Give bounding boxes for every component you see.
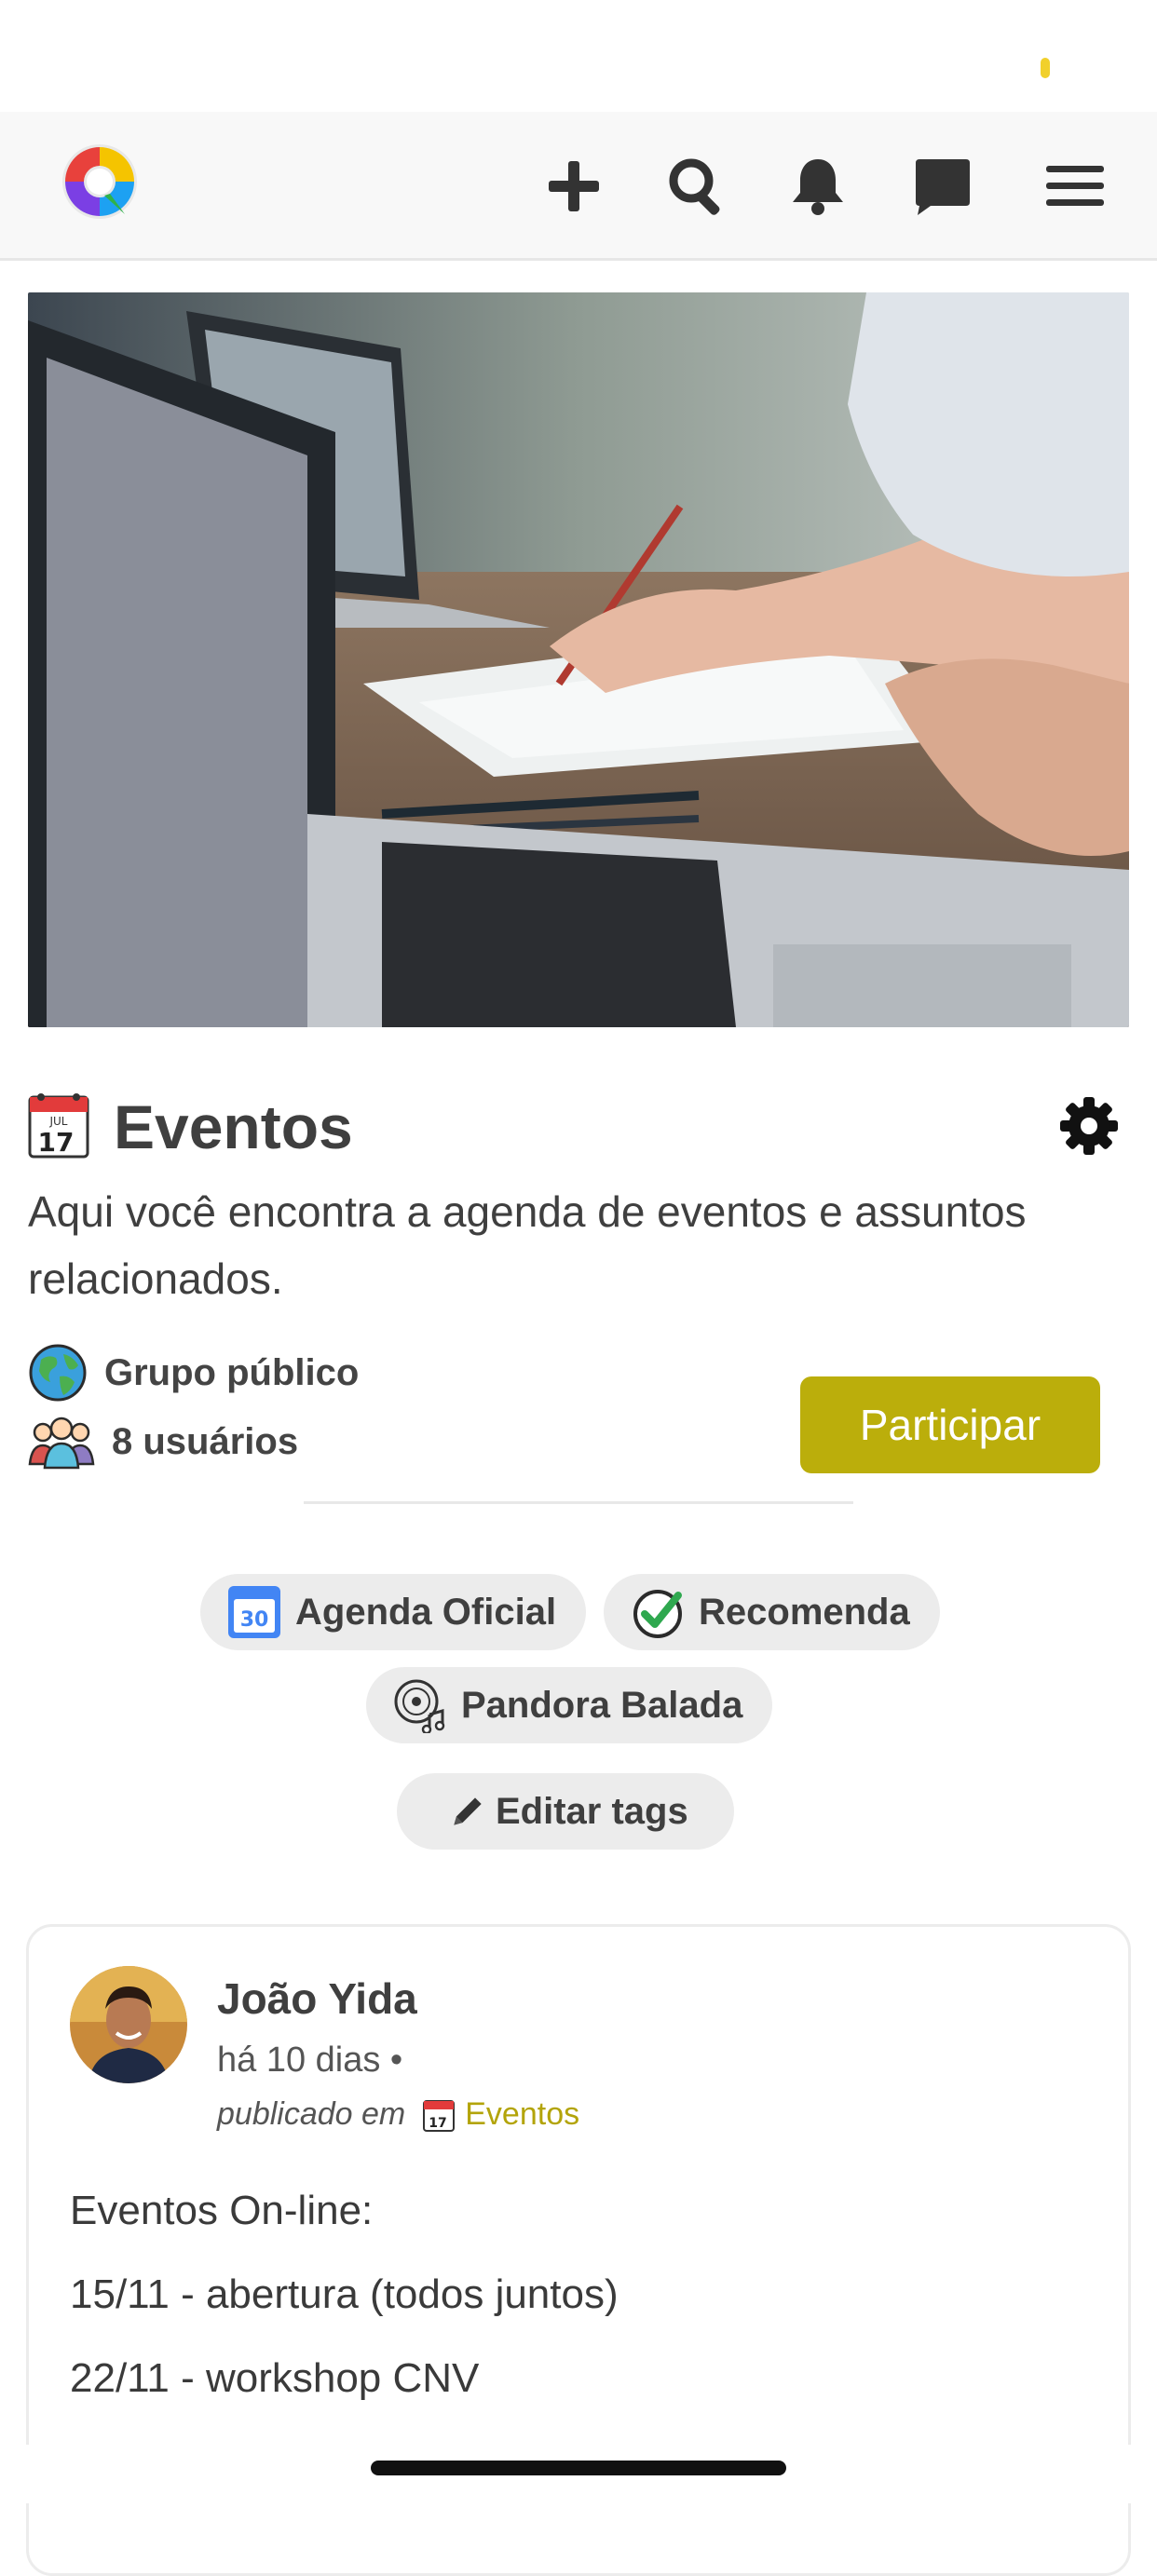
group-visibility-label: Grupo público — [104, 1351, 360, 1393]
post-author[interactable]: João Yida — [217, 1973, 417, 2024]
calendar-day: 17 — [38, 1127, 75, 1158]
edit-tags-label: Editar tags — [496, 1790, 688, 1832]
status-indicator — [1041, 58, 1050, 78]
edit-tags-button[interactable]: Editar tags — [397, 1773, 734, 1850]
calendar-icon: JUL 17 — [28, 1093, 89, 1159]
post-time: há 10 dias • — [217, 2040, 403, 2080]
pencil-icon — [454, 1797, 482, 1825]
menu-icon[interactable] — [1038, 149, 1112, 224]
bell-icon[interactable] — [781, 149, 855, 224]
tag-recomenda[interactable]: Recomenda — [604, 1574, 940, 1650]
status-bar — [0, 0, 1157, 112]
tag-label: Agenda Oficial — [295, 1591, 557, 1633]
top-navbar — [0, 112, 1157, 261]
avatar[interactable] — [70, 1966, 187, 2083]
divider — [304, 1501, 853, 1504]
tag-pandora-balada[interactable]: Pandora Balada — [366, 1667, 773, 1743]
app-logo-icon[interactable] — [58, 140, 142, 224]
plus-icon[interactable] — [537, 149, 611, 224]
post-text-line: Eventos On-line: — [70, 2188, 374, 2233]
check-circle-icon — [633, 1590, 682, 1638]
group-header: JUL 17 Eventos — [28, 1090, 1129, 1164]
published-in-label: publicado em — [217, 2096, 406, 2132]
chat-icon[interactable] — [905, 149, 980, 224]
post-text-line: 15/11 - abertura (todos juntos) — [70, 2271, 619, 2317]
tag-agenda-oficial[interactable]: 30 Agenda Oficial — [200, 1574, 587, 1650]
gear-icon[interactable] — [1058, 1095, 1120, 1157]
calendar-30-number: 30 — [240, 1608, 269, 1632]
tag-label: Recomenda — [699, 1591, 910, 1633]
group-title: Eventos — [114, 1092, 353, 1161]
group-cover-image — [28, 292, 1129, 1027]
home-indicator[interactable] — [371, 2461, 786, 2475]
group-description: Aqui você encontra a agenda de eventos e… — [28, 1187, 1027, 1303]
post-published-in: publicado em 17 Eventos — [217, 2096, 579, 2133]
group-members[interactable]: 8 usuários — [28, 1412, 298, 1471]
users-icon — [28, 1417, 95, 1470]
tag-label: Pandora Balada — [461, 1684, 743, 1726]
post-group-link[interactable]: Eventos — [465, 2096, 579, 2133]
calendar-day: 17 — [429, 2116, 447, 2131]
group-visibility: Grupo público — [28, 1343, 359, 1403]
join-group-button[interactable]: Participar — [800, 1376, 1100, 1473]
post-text-line: 22/11 - workshop CNV — [70, 2355, 480, 2401]
calendar-30-icon: 30 — [228, 1586, 280, 1638]
search-icon[interactable] — [660, 149, 734, 224]
vinyl-music-icon — [394, 1679, 445, 1733]
globe-icon — [29, 1344, 87, 1402]
group-members-count: 8 usuários — [112, 1420, 299, 1462]
calendar-month: JUL — [48, 1115, 67, 1128]
calendar-icon: 17 — [423, 2099, 456, 2132]
